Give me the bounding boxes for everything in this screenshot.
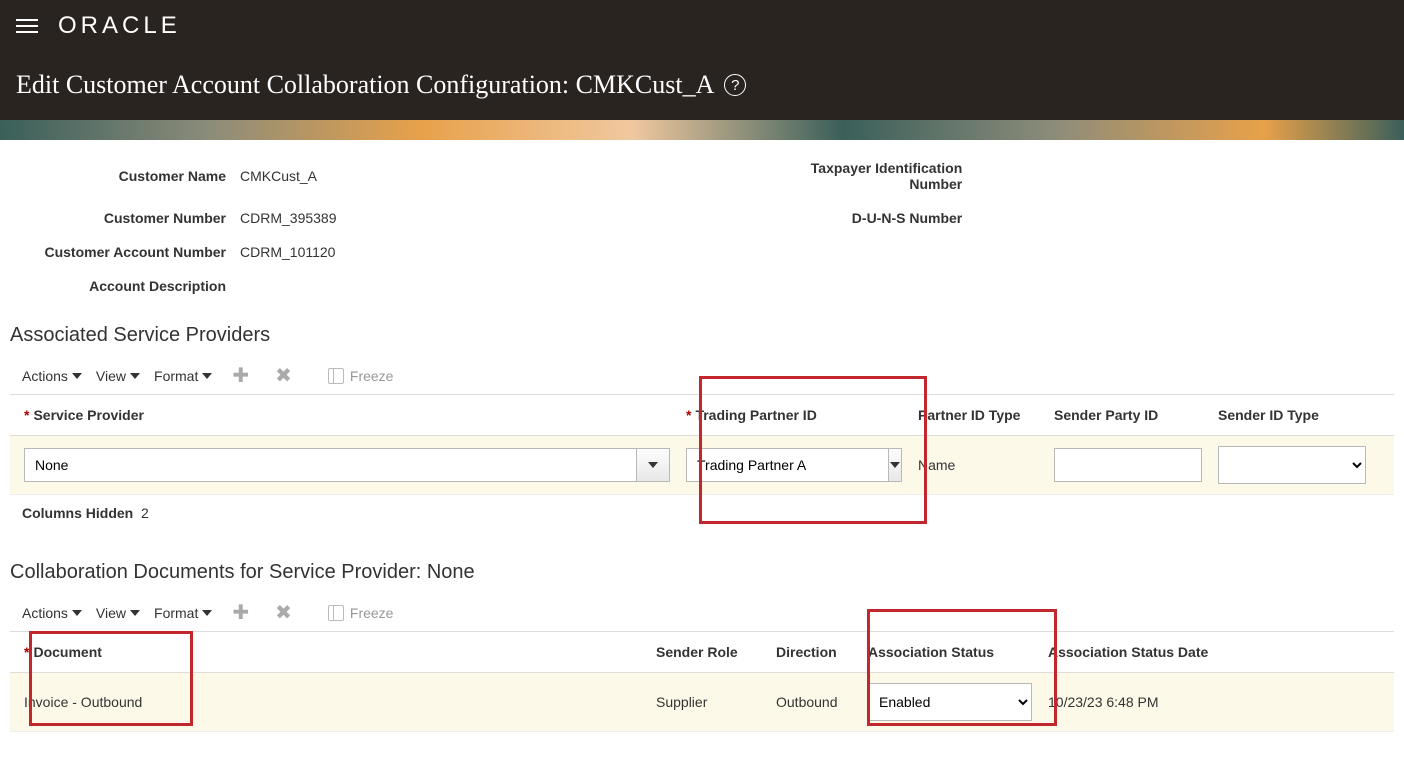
taxpayer-id-label: Taxpayer Identification Number (762, 160, 962, 192)
remove-icon[interactable] (269, 600, 298, 625)
page-title: Edit Customer Account Collaboration Conf… (16, 70, 1388, 100)
col-document: *Document (10, 632, 648, 672)
dropdown-button[interactable] (888, 448, 902, 482)
association-status-date-value: 10/23/23 6:48 PM (1040, 684, 1360, 720)
col-direction: Direction (768, 632, 860, 672)
chevron-down-icon (202, 610, 212, 616)
chevron-down-icon (130, 610, 140, 616)
service-provider-combobox[interactable] (24, 448, 670, 482)
collaboration-documents-table: *Document Sender Role Direction Associat… (10, 631, 1394, 732)
page-title-text: Edit Customer Account Collaboration Conf… (16, 70, 714, 100)
sender-id-type-select[interactable] (1218, 446, 1366, 484)
table-header-row: *Document Sender Role Direction Associat… (10, 631, 1394, 673)
col-association-status-date: Association Status Date (1040, 632, 1360, 672)
chevron-down-icon (202, 373, 212, 379)
duns-label: D-U-N-S Number (762, 210, 962, 226)
table-row: Invoice - Outbound Supplier Outbound Ena… (10, 673, 1394, 732)
format-menu[interactable]: Format (154, 605, 212, 621)
chevron-down-icon (130, 373, 140, 379)
sender-role-value: Supplier (648, 684, 768, 720)
section2-toolbar: Actions View Format Freeze (0, 594, 1404, 631)
col-sender-id-type: Sender ID Type (1210, 395, 1374, 435)
service-providers-table: *Service Provider *Trading Partner ID Pa… (10, 394, 1394, 495)
col-sender-party-id: Sender Party ID (1046, 395, 1210, 435)
table-row: Name (10, 436, 1394, 495)
col-service-provider: *Service Provider (10, 395, 678, 435)
dropdown-button[interactable] (636, 448, 670, 482)
freeze-icon (328, 368, 344, 384)
col-partner-id-type: Partner ID Type (910, 395, 1046, 435)
remove-icon[interactable] (269, 363, 298, 388)
direction-value: Outbound (768, 684, 860, 720)
chevron-down-icon (72, 610, 82, 616)
account-desc-label: Account Description (16, 278, 226, 294)
trading-partner-input[interactable] (686, 448, 888, 482)
service-provider-input[interactable] (24, 448, 636, 482)
col-association-status: Association Status (860, 632, 1040, 672)
chevron-down-icon (72, 373, 82, 379)
partner-id-type-value: Name (910, 447, 1046, 483)
actions-menu[interactable]: Actions (22, 368, 82, 384)
col-sender-role: Sender Role (648, 632, 768, 672)
col-trading-partner-id: *Trading Partner ID (678, 395, 910, 435)
hamburger-menu-icon[interactable] (16, 19, 38, 33)
customer-number-label: Customer Number (16, 210, 226, 226)
add-icon[interactable] (226, 363, 255, 388)
document-value: Invoice - Outbound (10, 684, 648, 720)
section1-toolbar: Actions View Format Freeze (0, 357, 1404, 394)
format-menu[interactable]: Format (154, 368, 212, 384)
chevron-down-icon (648, 462, 658, 468)
help-icon[interactable]: ? (724, 74, 746, 96)
customer-name-label: Customer Name (16, 168, 226, 184)
app-header: ORACLE Edit Customer Account Collaborati… (0, 0, 1404, 120)
freeze-button[interactable]: Freeze (328, 368, 394, 384)
decorative-banner (0, 120, 1404, 140)
customer-details: Customer Name CMKCust_A Taxpayer Identif… (0, 140, 1404, 304)
customer-number-value: CDRM_395389 (240, 210, 748, 226)
collaboration-documents-title: Collaboration Documents for Service Prov… (0, 541, 1404, 594)
add-icon[interactable] (226, 600, 255, 625)
associated-service-providers-title: Associated Service Providers (0, 304, 1404, 357)
account-number-value: CDRM_101120 (240, 244, 748, 260)
customer-name-value: CMKCust_A (240, 168, 748, 184)
columns-hidden-indicator: Columns Hidden 2 (0, 495, 1404, 541)
freeze-button[interactable]: Freeze (328, 605, 394, 621)
view-menu[interactable]: View (96, 368, 140, 384)
view-menu[interactable]: View (96, 605, 140, 621)
association-status-select[interactable]: Enabled (868, 683, 1032, 721)
oracle-logo: ORACLE (58, 12, 181, 40)
chevron-down-icon (890, 462, 900, 468)
account-number-label: Customer Account Number (16, 244, 226, 260)
actions-menu[interactable]: Actions (22, 605, 82, 621)
trading-partner-combobox[interactable] (686, 448, 902, 482)
freeze-icon (328, 605, 344, 621)
sender-party-id-input[interactable] (1054, 448, 1202, 482)
table-header-row: *Service Provider *Trading Partner ID Pa… (10, 394, 1394, 436)
